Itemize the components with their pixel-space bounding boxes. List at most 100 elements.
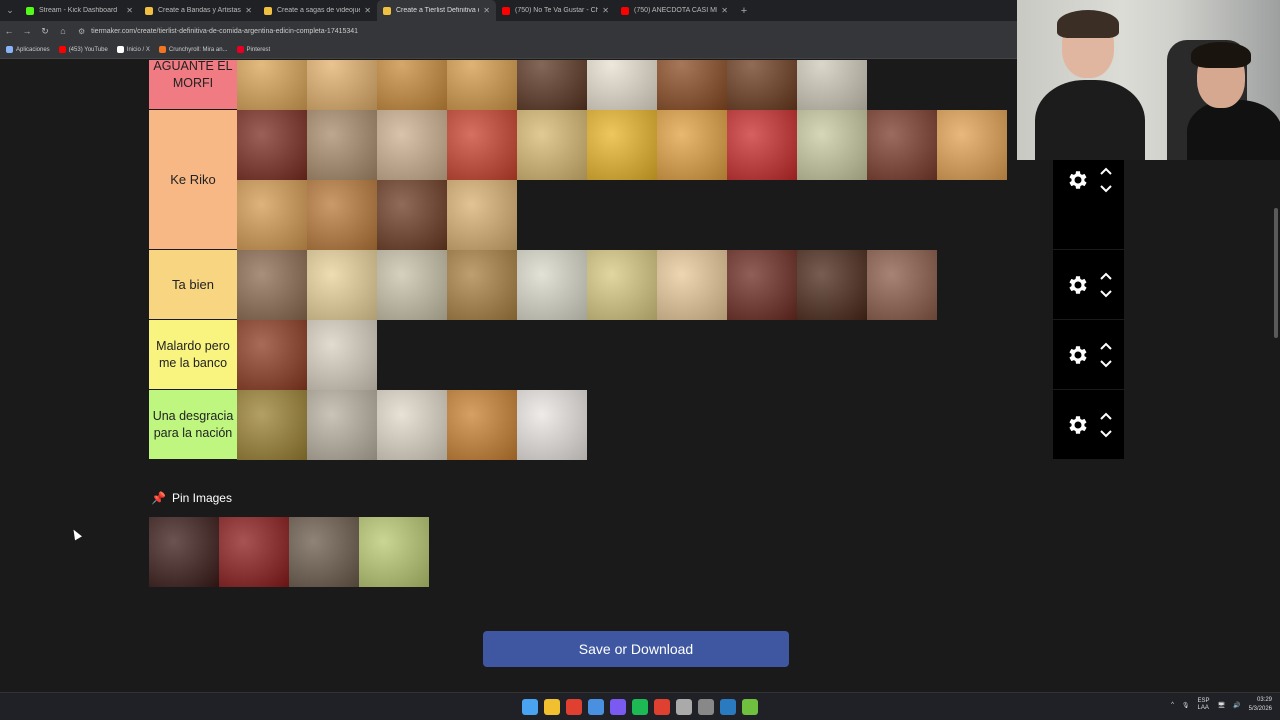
food-image[interactable]: [237, 320, 307, 390]
move-up-icon[interactable]: [1099, 271, 1113, 281]
bookmark-item[interactable]: Pinterest: [236, 46, 270, 53]
tier-label[interactable]: Ta bien: [149, 250, 237, 319]
tier-items[interactable]: [237, 110, 1053, 250]
bookmark-item[interactable]: Aplicaciones: [6, 46, 50, 53]
clock[interactable]: 03:29 5/3/2026: [1249, 696, 1272, 714]
chevron-up-icon[interactable]: ^: [1171, 702, 1174, 708]
food-image[interactable]: [307, 390, 377, 460]
taskbar-app-icon[interactable]: [632, 699, 648, 715]
food-image[interactable]: [307, 110, 377, 180]
taskbar-app-icon[interactable]: [544, 699, 560, 715]
tier-label[interactable]: Ke Riko: [149, 110, 237, 249]
browser-tab[interactable]: Create a Tierlist Definitiva de C ✕: [377, 0, 496, 21]
settings-gear-icon[interactable]: [1065, 413, 1089, 437]
tier-items[interactable]: [237, 320, 1053, 390]
food-image[interactable]: [377, 180, 447, 250]
taskbar-app-icon[interactable]: [566, 699, 582, 715]
save-or-download-button[interactable]: Save or Download: [483, 631, 789, 667]
browser-tab[interactable]: (750) ANÉCDOTA CASI ME MA ✕: [615, 0, 734, 21]
food-image[interactable]: [797, 60, 867, 110]
home-icon[interactable]: ⌂: [54, 26, 72, 36]
tier-items[interactable]: [237, 250, 1053, 320]
food-image[interactable]: [587, 60, 657, 110]
tier-label[interactable]: AGUANTE EL MORFI: [149, 60, 237, 109]
food-image[interactable]: [517, 110, 587, 180]
bookmark-item[interactable]: (453) YouTube: [58, 46, 108, 53]
taskbar-app-icon[interactable]: [742, 699, 758, 715]
food-image[interactable]: [587, 110, 657, 180]
food-image[interactable]: [447, 390, 517, 460]
food-image[interactable]: [237, 250, 307, 320]
move-up-icon[interactable]: [1099, 341, 1113, 351]
tier-label[interactable]: Una desgracia para la nación: [149, 390, 237, 459]
taskbar-app-icon[interactable]: [522, 699, 538, 715]
browser-tab[interactable]: Stream - Kick Dashboard ✕: [20, 0, 139, 21]
food-image[interactable]: [447, 110, 517, 180]
food-image[interactable]: [657, 250, 727, 320]
browser-tab[interactable]: Create a Bandas y Artistas de R ✕: [139, 0, 258, 21]
pinned-image[interactable]: [149, 517, 219, 587]
food-image[interactable]: [587, 250, 657, 320]
food-image[interactable]: [237, 180, 307, 250]
language-indicator[interactable]: ESP LAA: [1198, 698, 1210, 712]
food-image[interactable]: [937, 110, 1007, 180]
move-down-icon[interactable]: [1099, 429, 1113, 439]
taskbar-app-icon[interactable]: [698, 699, 714, 715]
settings-gear-icon[interactable]: [1065, 168, 1089, 192]
taskbar-app-icon[interactable]: [654, 699, 670, 715]
food-image[interactable]: [307, 180, 377, 250]
pinned-image[interactable]: [359, 517, 429, 587]
bookmark-item[interactable]: Inicio / X: [116, 46, 150, 53]
browser-tab[interactable]: (750) No Te Va Gustar - Chu ✕: [496, 0, 615, 21]
food-image[interactable]: [377, 390, 447, 460]
pinned-image[interactable]: [219, 517, 289, 587]
move-down-icon[interactable]: [1099, 289, 1113, 299]
move-down-icon[interactable]: [1099, 184, 1113, 194]
move-up-icon[interactable]: [1099, 411, 1113, 421]
food-image[interactable]: [307, 60, 377, 110]
food-image[interactable]: [727, 110, 797, 180]
food-image[interactable]: [797, 250, 867, 320]
food-image[interactable]: [237, 390, 307, 460]
pinned-image[interactable]: [289, 517, 359, 587]
food-image[interactable]: [377, 60, 447, 110]
food-image[interactable]: [867, 250, 937, 320]
move-up-icon[interactable]: [1099, 166, 1113, 176]
url-field[interactable]: ⚙ tiermaker.com/create/tierlist-definiti…: [78, 27, 358, 36]
tab-close-icon[interactable]: ✕: [721, 6, 728, 15]
food-image[interactable]: [727, 250, 797, 320]
tier-items[interactable]: [237, 390, 1053, 460]
food-image[interactable]: [307, 320, 377, 390]
tab-close-icon[interactable]: ✕: [602, 6, 609, 15]
scrollbar-thumb[interactable]: [1274, 208, 1278, 338]
food-image[interactable]: [657, 60, 727, 110]
site-info-icon[interactable]: ⚙: [78, 27, 85, 36]
food-image[interactable]: [447, 60, 517, 110]
tab-close-icon[interactable]: ✕: [483, 6, 490, 15]
food-image[interactable]: [377, 250, 447, 320]
tab-close-icon[interactable]: ✕: [364, 6, 371, 15]
tab-close-icon[interactable]: ✕: [245, 6, 252, 15]
food-image[interactable]: [237, 60, 307, 110]
food-image[interactable]: [237, 110, 307, 180]
tier-items[interactable]: [237, 60, 1053, 110]
food-image[interactable]: [307, 250, 377, 320]
new-tab-button[interactable]: +: [734, 5, 754, 17]
food-image[interactable]: [447, 180, 517, 250]
move-down-icon[interactable]: [1099, 359, 1113, 369]
reload-icon[interactable]: ↻: [36, 26, 54, 37]
food-image[interactable]: [447, 250, 517, 320]
taskbar-app-icon[interactable]: [720, 699, 736, 715]
settings-gear-icon[interactable]: [1065, 343, 1089, 367]
tier-label[interactable]: Malardo pero me la banco: [149, 320, 237, 389]
back-icon[interactable]: ←: [0, 26, 18, 36]
food-image[interactable]: [657, 110, 727, 180]
taskbar-app-icon[interactable]: [588, 699, 604, 715]
taskbar-app-icon[interactable]: [610, 699, 626, 715]
food-image[interactable]: [377, 110, 447, 180]
mic-icon[interactable]: 🎙: [1182, 702, 1190, 709]
food-image[interactable]: [517, 390, 587, 460]
food-image[interactable]: [867, 110, 937, 180]
tab-search-icon[interactable]: ⌄: [0, 0, 20, 21]
food-image[interactable]: [797, 110, 867, 180]
